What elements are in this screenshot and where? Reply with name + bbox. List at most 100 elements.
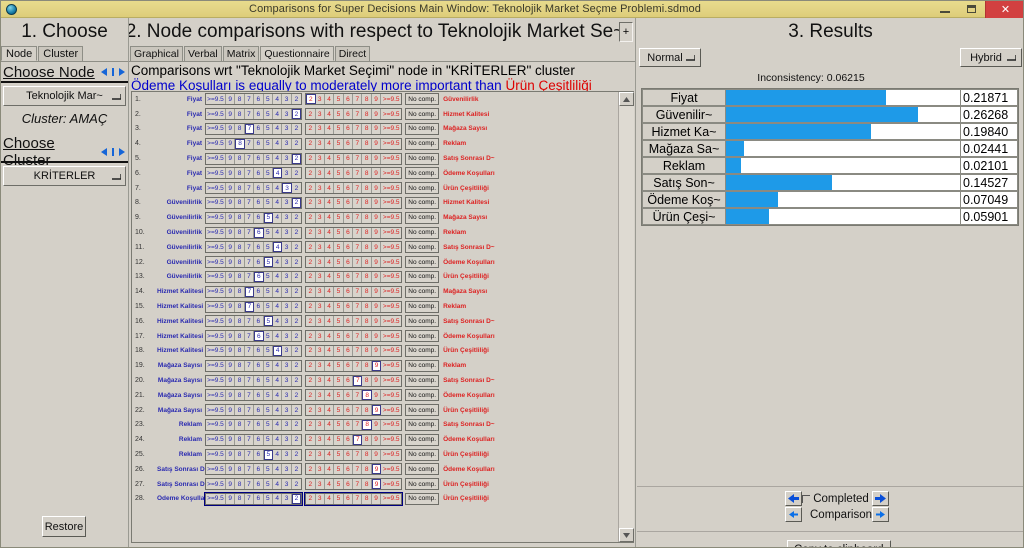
scale-cell-left[interactable]: 5 [263, 212, 273, 223]
scale-cell-right[interactable]: 5 [334, 286, 344, 297]
scale-cell-left[interactable]: 5 [263, 109, 273, 120]
scale-cell-right[interactable]: 6 [343, 360, 354, 371]
scale-cell-left[interactable]: 6 [254, 390, 264, 401]
scale-cell-right[interactable]: 3 [315, 316, 325, 327]
no-comparison-button[interactable]: No comp. [405, 448, 440, 461]
scale-cell-left[interactable]: 8 [235, 449, 245, 460]
scale-cell-right[interactable]: 9 [371, 390, 382, 401]
right-scale-group[interactable]: 2 3 4 5 6 7 8 9 >=9.5 [305, 152, 403, 165]
scale-cell-right[interactable]: 8 [362, 331, 372, 342]
close-button[interactable]: ✕ [985, 1, 1023, 18]
scale-cell-right[interactable]: 9 [371, 271, 382, 282]
comparison-row[interactable]: 9. Güvenilirlik >=9.5 9 8 7 6 5 4 3 2 2 3 4 5 6 7 8 9 >=9.5… [132, 210, 618, 225]
scale-cell-right[interactable]: 6 [343, 493, 354, 504]
right-scale-group[interactable]: 2 3 4 5 6 7 8 9 >=9.5 [305, 463, 403, 476]
scale-cell-right[interactable]: 2 [306, 138, 316, 149]
scale-cell-right[interactable]: 7 [353, 405, 363, 416]
scale-cell-right[interactable]: 5 [334, 479, 344, 490]
scale-cell-left[interactable]: 7 [244, 479, 255, 490]
scale-cell-left[interactable]: >=9.5 [206, 493, 226, 504]
scale-cell-left[interactable]: 8 [235, 493, 245, 504]
no-comparison-button[interactable]: No comp. [405, 226, 440, 239]
scale-cell-right[interactable]: 2 [306, 419, 316, 430]
comparison-row[interactable]: 3. Fiyat >=9.5 9 8 7 6 5 4 3 2 2 3 4 5 6 7 8 9 >=9.5 No comp… [132, 122, 618, 137]
scale-cell-left[interactable]: 5 [263, 153, 273, 164]
scale-cell-left[interactable]: 6 [254, 316, 264, 327]
scale-cell-left[interactable]: 6 [254, 138, 264, 149]
scale-cell-right[interactable]: 9 [371, 419, 382, 430]
scale-cell-right[interactable]: 2 [306, 271, 316, 282]
scale-cell-left[interactable]: 6 [254, 227, 264, 238]
scale-cell-left[interactable]: >=9.5 [206, 316, 226, 327]
scale-cell-left[interactable]: 8 [235, 197, 245, 208]
scale-cell-right[interactable]: 7 [353, 464, 363, 475]
scale-cell-left[interactable]: >=9.5 [206, 242, 226, 253]
scale-cell-right[interactable]: >=9.5 [381, 109, 402, 120]
scale-cell-right[interactable]: 6 [343, 479, 354, 490]
scale-cell-right[interactable]: 2 [306, 464, 316, 475]
scale-cell-left[interactable]: 7 [244, 316, 255, 327]
right-scale-group[interactable]: 2 3 4 5 6 7 8 9 >=9.5 [305, 256, 403, 269]
scale-cell-left[interactable]: 4 [272, 168, 283, 179]
scale-cell-left[interactable]: >=9.5 [206, 464, 226, 475]
scale-cell-right[interactable]: 8 [362, 168, 372, 179]
scale-cell-left[interactable]: 6 [254, 257, 264, 268]
scale-cell-left[interactable]: 5 [263, 286, 273, 297]
scale-cell-left[interactable]: 3 [282, 94, 292, 105]
scale-cell-right[interactable]: 4 [324, 138, 335, 149]
left-scale-group[interactable]: >=9.5 9 8 7 6 5 4 3 2 [205, 196, 303, 209]
scale-cell-left[interactable]: 8 [235, 168, 245, 179]
tab-questionnaire[interactable]: Questionnaire [260, 46, 334, 61]
scale-cell-left[interactable]: 5 [263, 390, 273, 401]
scale-cell-left[interactable]: 3 [282, 257, 292, 268]
comparison-row[interactable]: 27. Satış Sonrası D~ >=9.5 9 8 7 6 5 4 3 2 2 3 4 5 6 7 8 9… [132, 477, 618, 492]
scale-cell-left[interactable]: 7 [244, 493, 255, 504]
scale-cell-left[interactable]: 8 [235, 479, 245, 490]
scale-cell-right[interactable]: >=9.5 [381, 360, 402, 371]
scale-cell-right[interactable]: 9 [371, 286, 382, 297]
no-comparison-button[interactable]: No comp. [405, 359, 440, 372]
scale-cell-right[interactable]: 9 [371, 375, 382, 386]
no-comparison-button[interactable]: No comp. [405, 108, 440, 121]
right-scale-group[interactable]: 2 3 4 5 6 7 8 9 >=9.5 [305, 478, 403, 491]
scale-cell-right[interactable]: 2 [306, 316, 316, 327]
scale-cell-right[interactable]: 6 [343, 271, 354, 282]
scale-cell-left[interactable]: 7 [244, 153, 255, 164]
scale-cell-right[interactable]: 3 [315, 153, 325, 164]
scale-cell-left[interactable]: 4 [272, 360, 283, 371]
scale-cell-right[interactable]: >=9.5 [381, 94, 402, 105]
scale-cell-left[interactable]: 3 [282, 464, 292, 475]
scale-cell-right[interactable]: 8 [362, 405, 372, 416]
prev-completed-button[interactable] [785, 491, 802, 506]
scale-cell-left[interactable]: 5 [263, 301, 273, 312]
scale-cell-left[interactable]: 7 [244, 271, 255, 282]
scale-cell-right[interactable]: 9 [371, 464, 382, 475]
comparison-row[interactable]: 7. Fiyat >=9.5 9 8 7 6 5 4 3 2 2 3 4 5 6 7 8 9 >=9.5 No comp… [132, 181, 618, 196]
scale-cell-left[interactable]: 9 [226, 227, 236, 238]
scale-cell-right[interactable]: 7 [353, 449, 363, 460]
scale-cell-left[interactable]: 7 [244, 183, 255, 194]
comparison-row[interactable]: 6. Fiyat >=9.5 9 8 7 6 5 4 3 2 2 3 4 5 6 7 8 9 >=9.5 No comp… [132, 166, 618, 181]
scale-cell-right[interactable]: 7 [353, 153, 363, 164]
scale-cell-right[interactable]: >=9.5 [381, 212, 402, 223]
scale-cell-right[interactable]: 5 [334, 493, 344, 504]
no-comparison-button[interactable]: No comp. [405, 463, 440, 476]
scale-cell-right[interactable]: 7 [353, 123, 363, 134]
scale-cell-right[interactable]: 7 [353, 316, 363, 327]
left-scale-group[interactable]: >=9.5 9 8 7 6 5 4 3 2 [205, 167, 303, 180]
scale-cell-left[interactable]: >=9.5 [206, 183, 226, 194]
scale-cell-right[interactable]: 5 [334, 405, 344, 416]
scale-cell-left[interactable]: 7 [244, 449, 255, 460]
scale-cell-right[interactable]: 4 [324, 316, 335, 327]
no-comparison-button[interactable]: No comp. [405, 374, 440, 387]
scale-cell-left[interactable]: 3 [282, 123, 292, 134]
scale-cell-left[interactable]: 4 [272, 227, 283, 238]
scale-cell-right[interactable]: >=9.5 [381, 331, 402, 342]
scale-cell-left[interactable]: 6 [254, 123, 264, 134]
scale-cell-left[interactable]: 8 [235, 434, 245, 445]
scale-cell-right[interactable]: 3 [315, 301, 325, 312]
scale-cell-right[interactable]: 6 [343, 286, 354, 297]
scale-cell-left[interactable]: 8 [235, 286, 245, 297]
no-comparison-button[interactable]: No comp. [405, 270, 440, 283]
scale-cell-right[interactable]: 9 [371, 94, 382, 105]
